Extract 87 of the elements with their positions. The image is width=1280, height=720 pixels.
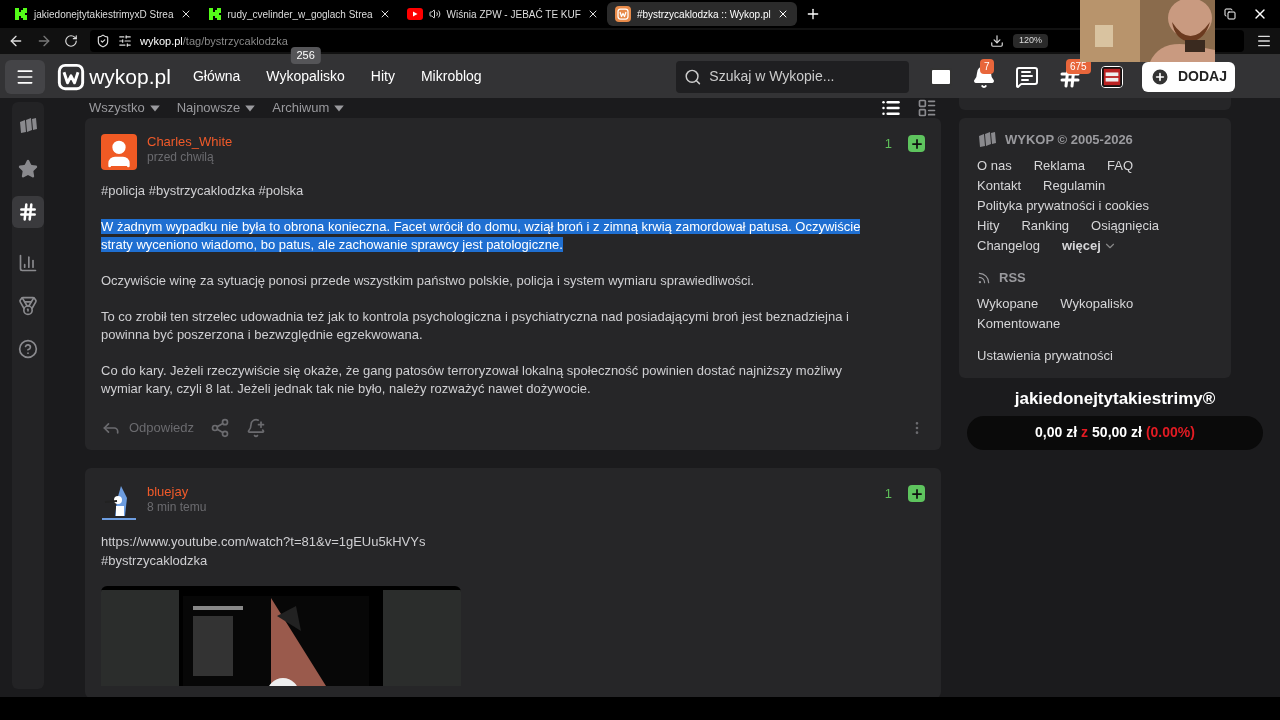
kick-logo-icon (14, 7, 28, 21)
tab-title: Wiśnia ZPW - JEBAĆ TE KUF (446, 7, 581, 22)
filter-dropdown[interactable]: Wszystko (89, 98, 161, 118)
list-view-button[interactable] (881, 98, 901, 118)
footer-link[interactable]: Regulamin (1043, 176, 1106, 196)
nav-link[interactable]: Wykopalisko (266, 68, 345, 84)
tab-title: jakiedonejtytakiestrimyxD Strea (34, 7, 174, 22)
wykop-logo-icon (18, 116, 38, 136)
shield-icon[interactable] (96, 34, 110, 48)
forward-icon[interactable] (36, 33, 52, 49)
avatar[interactable] (101, 134, 137, 170)
tab-title: #bystrzycaklodzka :: Wykop.pl (636, 7, 771, 22)
rss-icon (977, 271, 991, 285)
add-button[interactable]: DODAJ (1142, 61, 1235, 92)
footer-link[interactable]: Reklama (1033, 156, 1085, 176)
card-view-button[interactable] (917, 98, 937, 118)
menu-button[interactable] (5, 59, 46, 94)
hash-icon (18, 202, 38, 222)
restore-icon[interactable] (1224, 8, 1236, 20)
search-bar[interactable]: Szukaj w Wykopie... (675, 60, 909, 93)
play-logo-icon (406, 8, 423, 20)
footer-title: WYKOP © 2005-2026 (1005, 131, 1133, 149)
author-name[interactable]: bluejay (147, 484, 207, 501)
post-paragraph: #policja #bystrzycaklodzka #polska (101, 182, 305, 200)
zoom-level[interactable]: 120% (1012, 34, 1048, 48)
wykop-logo-icon (977, 130, 997, 150)
browser-tab[interactable]: #bystrzycaklodzka :: Wykop.pl (606, 2, 797, 26)
nav-link[interactable]: Główna (192, 68, 241, 84)
post-paragraph: To co zrobił ten strzelec udowadnia też jak to kontrola psychologiczna i psychiatryczna nad posiadającymi broń jest beznadziejna i powinna być poszerzona i bezwzględnie egzekwowana. (101, 308, 850, 344)
chat-icon (1015, 64, 1039, 89)
plus-icon (1150, 66, 1170, 87)
footer-link[interactable]: Polityka prywatności i cookies (977, 196, 1149, 216)
medal-icon (18, 296, 38, 316)
help-icon (18, 339, 38, 359)
footer-link[interactable]: Ranking (1021, 216, 1070, 236)
menu-icon[interactable] (1256, 33, 1272, 49)
post-text: https://www.youtube.com/watch?t=81&v=1gEUu5kHVYs (101, 533, 426, 551)
author-name[interactable]: Charles_White (147, 134, 233, 151)
post-paragraph: Co do kary. Jeżeli rzeczywiście się okaże, że gang patosów terroryzował lokalną społeczność powinien dostać najniższy możliwy wymiar kary, czyli 8 lat. Jeżeli jednak tak nie było, należy rozważyć nawet dożywocie. (101, 362, 844, 398)
browser-tab[interactable]: Wiśnia ZPW - JEBAĆ TE KUF (398, 2, 607, 26)
nav-link[interactable]: Hity (370, 68, 395, 84)
tab-title: rudy_cvelinder_w_goglach Strea (227, 7, 373, 22)
wykop-logo-icon (57, 62, 86, 91)
vote-count: 1 (884, 485, 892, 503)
podium-icon (18, 253, 38, 273)
footer-link[interactable]: FAQ (1107, 156, 1133, 176)
post-text: #bystrzycaklodzka (101, 552, 208, 570)
footer-link[interactable]: Hity (977, 216, 1000, 236)
footer-link[interactable]: Komentowane (977, 314, 1061, 334)
site-logo[interactable]: wykop.pl (89, 66, 171, 87)
footer-link[interactable]: Wykopane (977, 294, 1039, 314)
count-badge: 256 (290, 47, 321, 64)
post-paragraph: W żadnym wypadku nie była to obrona konieczna. Facet wrócił do domu, wziął broń i z zimną krwią zamordował patusa. Oczywiście straty wyceniono wiadomo, bo patus, ale zachowanie sprawcy jest patologiczne. (101, 218, 862, 254)
url-text: wykop.pl/tag/bystrzycaklodzka (140, 33, 288, 49)
footer-link[interactable]: O nas (977, 156, 1012, 176)
plus-vote-button[interactable] (908, 135, 925, 153)
channel-name: jakiedonejtytakiestrimy® (1014, 388, 1216, 410)
download-icon[interactable] (989, 34, 1004, 48)
count-badge: 7 (980, 58, 994, 74)
footer-link[interactable]: Ustawienia prywatności (977, 346, 1113, 366)
sliders-icon[interactable] (118, 34, 132, 48)
filter-dropdown[interactable]: Archiwum (272, 98, 346, 118)
bell-icon[interactable] (246, 418, 267, 438)
reload-icon[interactable] (64, 34, 78, 48)
bird-avatar[interactable] (101, 484, 137, 520)
star-icon (18, 159, 38, 179)
browser-tab[interactable]: jakiedonejtytakiestrimyxD Strea (6, 2, 200, 26)
footer-link[interactable]: Wykopalisko (1060, 294, 1134, 314)
browser-tab[interactable]: rudy_cvelinder_w_goglach Strea (199, 2, 399, 26)
kick-logo-icon (207, 7, 222, 21)
share-icon[interactable] (210, 418, 231, 438)
speaker-icon[interactable] (428, 8, 441, 20)
post-paragraph: Oczywiście winę za sytuację ponosi przede wszystkim państwo polskie, policja i system wymiaru sprawiedliwości. (101, 272, 756, 290)
search-field[interactable]: Szukaj w Wykopie... (709, 66, 901, 87)
footer-link[interactable]: Kontakt (977, 176, 1022, 196)
vote-count: 1 (884, 135, 892, 153)
back-icon[interactable] (8, 33, 24, 49)
filter-dropdown[interactable]: Najnowsze (176, 98, 257, 118)
footer-link[interactable]: Changelog (977, 236, 1040, 256)
rss-title: RSS (999, 269, 1026, 287)
footer-link[interactable]: Osiągnięcia (1091, 216, 1160, 236)
sidebar-button[interactable] (12, 196, 44, 228)
more-link[interactable]: więcej (1061, 236, 1117, 256)
plus-vote-button[interactable] (908, 485, 925, 503)
nav-link[interactable]: Mikroblog (420, 68, 482, 84)
donation-goal: 0,00 zł z 50,00 zł (0.00%) (967, 415, 1263, 450)
user-avatar[interactable] (1101, 65, 1123, 88)
